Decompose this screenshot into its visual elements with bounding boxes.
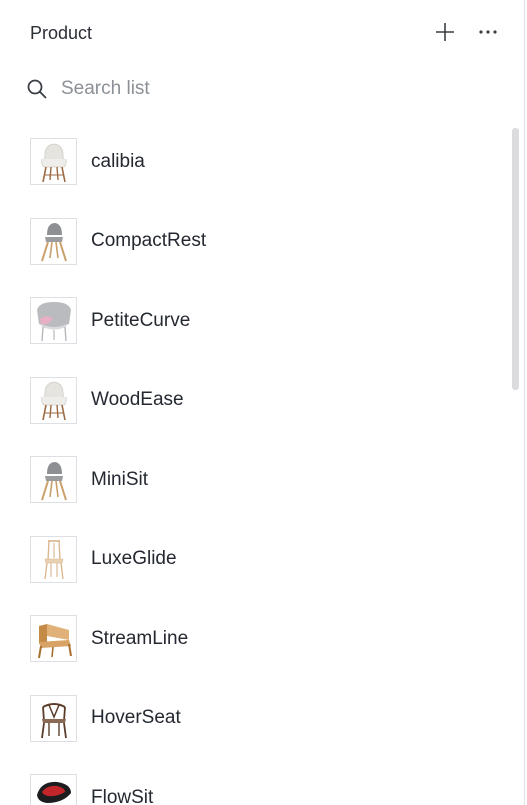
grey-pink-tub-chair-image: [36, 301, 71, 341]
product-list-item[interactable]: MiniSit: [0, 440, 510, 520]
white-armchair-chair-image: [40, 381, 67, 421]
plus-icon: [436, 23, 454, 41]
grey-scandinavian-chair-image: [40, 461, 67, 501]
wood-lounge-chair-image: [37, 623, 72, 658]
product-thumbnail: [30, 297, 77, 345]
product-list-item[interactable]: PetiteCurve: [0, 281, 510, 361]
grey-scandinavian-chair-image: [40, 223, 67, 262]
product-thumbnail: [30, 217, 77, 265]
product-name: LuxeGlide: [91, 548, 177, 570]
panel-title: Product: [30, 23, 93, 43]
product-list-item[interactable]: HoverSeat: [0, 679, 510, 759]
product-list-item[interactable]: FlowSit: [0, 758, 510, 805]
panel-divider: [524, 0, 525, 805]
product-name: calibia: [91, 150, 145, 172]
product-thumbnail: [30, 774, 77, 805]
product-name: HoverSeat: [91, 707, 181, 729]
panel-header: Product: [0, 0, 527, 66]
product-list-item[interactable]: LuxeGlide: [0, 520, 510, 600]
product-name: WoodEase: [91, 389, 184, 411]
product-list-item[interactable]: StreamLine: [0, 599, 510, 679]
more-options-button[interactable]: [474, 18, 502, 46]
product-name: MiniSit: [91, 468, 149, 490]
product-list-item[interactable]: CompactRest: [0, 202, 510, 282]
product-thumbnail: [30, 535, 77, 583]
product-thumbnail: [30, 615, 77, 663]
product-list-item[interactable]: WoodEase: [0, 361, 510, 441]
search-bar: [26, 70, 496, 108]
product-panel: Product calibia CompactRest PetiteCurve Woo…: [0, 0, 527, 805]
dark-wishbone-chair-image: [40, 703, 67, 739]
search-input[interactable]: [61, 78, 481, 100]
white-armchair-chair-image: [40, 143, 67, 182]
product-thumbnail: [30, 456, 77, 504]
product-name: StreamLine: [91, 627, 189, 649]
product-thumbnail: [30, 376, 77, 424]
product-name: FlowSit: [91, 786, 154, 805]
more-horizontal-icon: [479, 30, 497, 34]
product-thumbnail: [30, 694, 77, 742]
search-icon: [26, 78, 48, 100]
product-thumbnail: [30, 138, 77, 186]
product-list-item[interactable]: calibia: [0, 122, 510, 202]
add-product-button[interactable]: [431, 18, 459, 46]
red-black-shell-chair-image: [36, 781, 71, 803]
scrollbar-thumb[interactable]: [512, 128, 519, 390]
product-name: CompactRest: [91, 230, 207, 252]
light-wood-high-back-chair-image: [43, 540, 64, 580]
product-list: calibia CompactRest PetiteCurve WoodEase Min…: [0, 122, 510, 805]
product-name: PetiteCurve: [91, 309, 191, 331]
